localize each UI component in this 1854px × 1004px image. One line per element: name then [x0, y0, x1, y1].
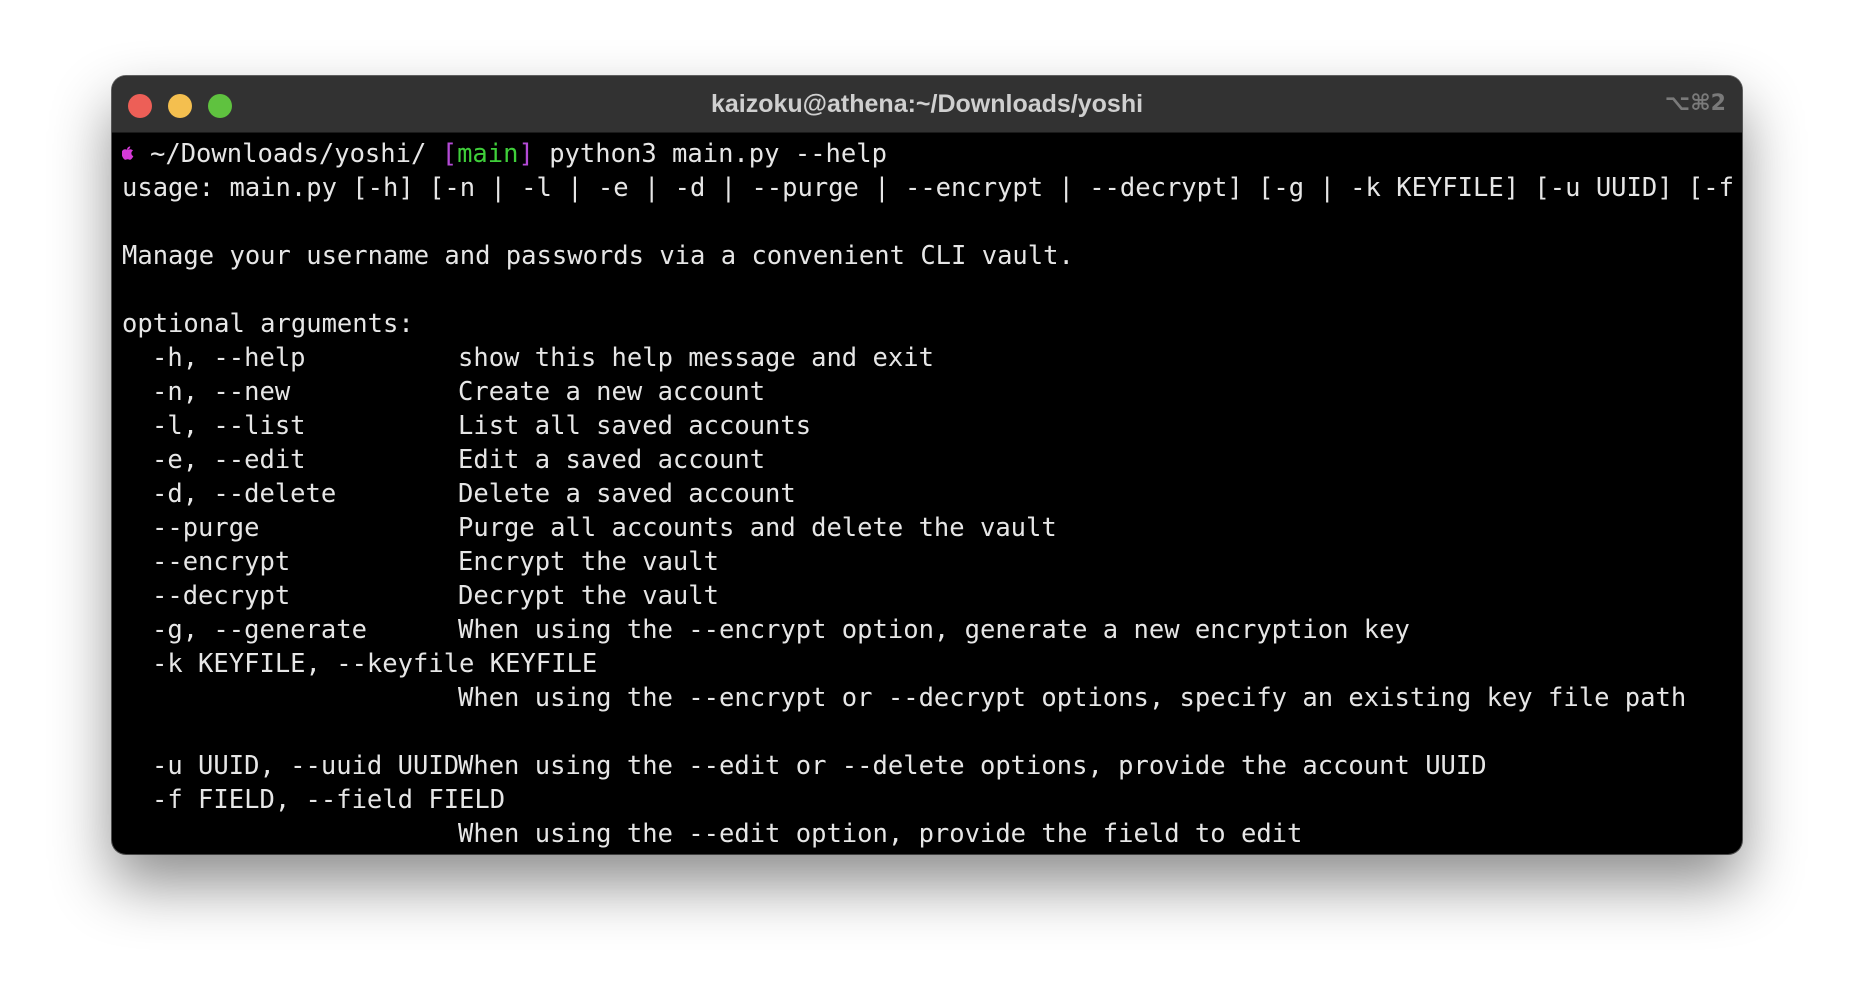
arg-row-generate: -g, --generate When using the --encrypt o…	[122, 613, 1732, 647]
command-text: python3 main.py --help	[549, 139, 887, 169]
window-title: kaizoku@athena:~/Downloads/yoshi	[710, 90, 1144, 118]
tab-shortcut-label: ⌥⌘2	[1664, 91, 1726, 116]
arg-row-list: -l, --list List all saved accounts	[122, 409, 1732, 443]
branch-bracket-close: ]	[518, 139, 534, 169]
arg-flag: -u UUID, --uuid UUID	[152, 751, 460, 781]
usage-line: usage: main.py [-h] [-n | -l | -e | -d |…	[122, 173, 1742, 203]
branch-bracket-open: [	[441, 139, 458, 169]
prompt-line: ~/Downloads/yoshi/ [main] python3 main.p…	[122, 137, 1732, 171]
arg-flag: -f FIELD, --field FIELD	[152, 785, 506, 815]
arg-flag: -k KEYFILE, --keyfile KEYFILE	[152, 649, 598, 679]
arg-desc: Encrypt the vault	[458, 547, 719, 577]
arg-flag: -d, --delete	[152, 479, 337, 509]
arg-desc: When using the --edit or --delete option…	[458, 751, 1487, 781]
arg-desc: Purge all accounts and delete the vault	[458, 513, 1057, 543]
arg-desc-keyfile: When using the --encrypt or --decrypt op…	[458, 683, 1687, 713]
arg-flag: -g, --generate	[152, 615, 367, 645]
arg-row-keyfile: -k KEYFILE, --keyfile KEYFILE	[122, 647, 1732, 681]
description-line: Manage your username and passwords via a…	[122, 241, 1074, 271]
terminal-output[interactable]: ~/Downloads/yoshi/ [main] python3 main.p…	[122, 137, 1742, 854]
arg-row-new: -n, --new Create a new account	[122, 375, 1732, 409]
arg-row-encrypt: --encrypt Encrypt the vault	[122, 545, 1732, 579]
arg-desc: show this help message and exit	[458, 343, 934, 373]
arg-flag: -n, --new	[152, 377, 291, 407]
arg-flag: -e, --edit	[152, 445, 306, 475]
arg-row-uuid: -u UUID, --uuid UUIDWhen using the --edi…	[122, 749, 1732, 783]
section-header: optional arguments:	[122, 309, 414, 339]
arg-row-decrypt: --decrypt Decrypt the vault	[122, 579, 1732, 613]
arg-flag: -l, --list	[152, 411, 306, 441]
arg-flag: -h, --help	[152, 343, 306, 373]
arg-desc: Delete a saved account	[458, 479, 796, 509]
arg-row-purge: --purge Purge all accounts and delete the…	[122, 511, 1732, 545]
arg-row-edit: -e, --edit Edit a saved account	[122, 443, 1732, 477]
arg-row-field: -f FIELD, --field FIELD	[122, 783, 1732, 817]
git-branch: main	[457, 139, 519, 169]
arg-desc: Decrypt the vault	[458, 581, 719, 611]
arg-flag: --purge	[152, 513, 260, 543]
arg-flag: --encrypt	[152, 547, 291, 577]
title-bar: kaizoku@athena:~/Downloads/yoshi ⌥⌘2	[112, 76, 1742, 133]
prompt-path: ~/Downloads/yoshi/	[150, 139, 427, 169]
arg-desc: When using the --encrypt option, generat…	[458, 615, 1410, 645]
arg-desc: List all saved accounts	[458, 411, 812, 441]
arg-flag: --decrypt	[152, 581, 291, 611]
terminal-window: kaizoku@athena:~/Downloads/yoshi ⌥⌘2 ~/D…	[112, 76, 1742, 854]
arg-row-delete: -d, --delete Delete a saved account	[122, 477, 1732, 511]
apple-icon	[122, 146, 134, 160]
arg-desc: Create a new account	[458, 377, 766, 407]
arg-desc-field: When using the --edit option, provide th…	[458, 819, 1303, 849]
arg-desc: Edit a saved account	[458, 445, 766, 475]
arg-row-help: -h, --help show this help message and exi…	[122, 341, 1732, 375]
